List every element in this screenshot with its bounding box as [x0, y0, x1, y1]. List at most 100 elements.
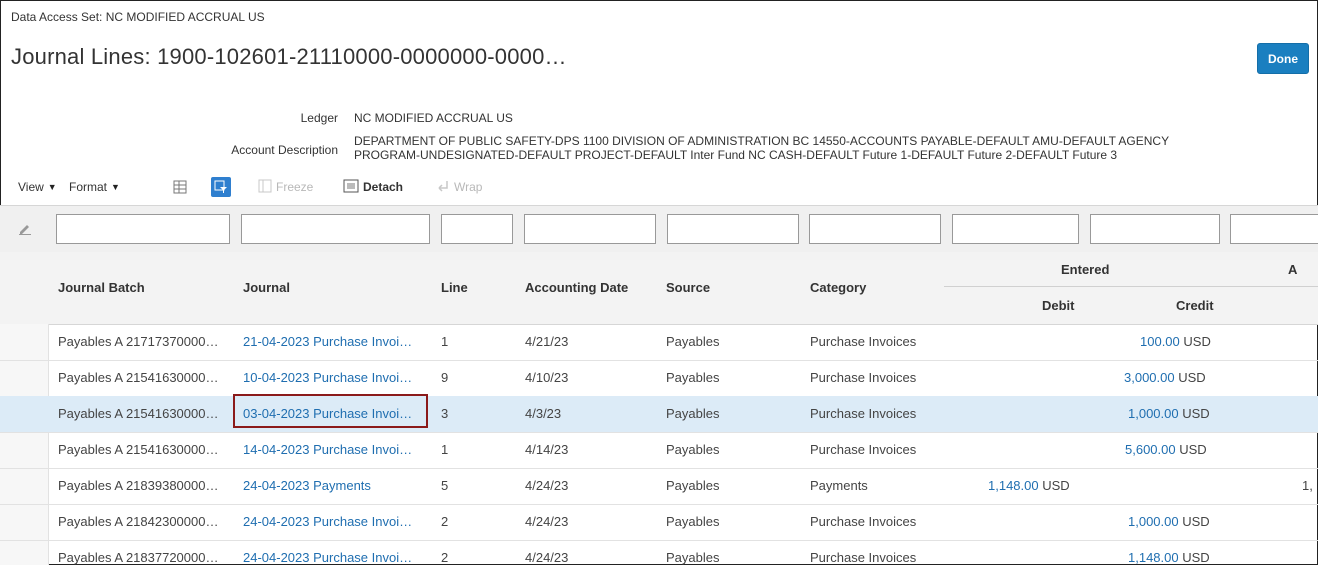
filter-row: [0, 205, 1318, 253]
journal-link[interactable]: 21-04-2023 Purchase Invoi…: [243, 334, 412, 349]
journal-link[interactable]: 24-04-2023 Purchase Invoi…: [243, 514, 412, 529]
format-menu[interactable]: Format ▼: [69, 172, 120, 202]
col-line[interactable]: Line: [441, 280, 468, 295]
filter-accounting-date[interactable]: [524, 214, 656, 244]
table-row[interactable]: Payables A 21839380000… 24-04-2023 Payme…: [0, 468, 1318, 505]
currency: USD: [1178, 370, 1206, 385]
currency: USD: [1042, 478, 1070, 493]
cell-journal-batch: Payables A 21837720000…: [58, 550, 219, 565]
cell-journal-batch: Payables A 21541630000…: [58, 370, 219, 385]
cell-credit: 1,000.00 USD: [1128, 406, 1210, 421]
caret-down-icon: ▼: [47, 182, 57, 192]
table-row-selected[interactable]: Payables A 21541630000… 03-04-2023 Purch…: [0, 396, 1318, 433]
credit-amount-link[interactable]: 1,000.00: [1128, 514, 1179, 529]
cell-credit: 1,148.00 USD: [1128, 550, 1210, 565]
filter-source[interactable]: [667, 214, 799, 244]
col-journal[interactable]: Journal: [243, 280, 290, 295]
col-journal-batch[interactable]: Journal Batch: [58, 280, 145, 295]
currency: USD: [1179, 442, 1207, 457]
journal-link[interactable]: 14-04-2023 Purchase Invoi…: [243, 442, 412, 457]
cell-line: 3: [441, 406, 449, 421]
account-description-line2: PROGRAM-UNDESIGNATED-DEFAULT PROJECT-DEF…: [354, 148, 1118, 162]
table-row[interactable]: Payables A 21837720000… 24-04-2023 Purch…: [0, 540, 1318, 576]
cell-line: 1: [441, 334, 449, 349]
cell-category: Purchase Invoices: [810, 442, 917, 457]
cell-line: 9: [441, 370, 449, 385]
table-row[interactable]: Payables A 21541630000… 10-04-2023 Purch…: [0, 360, 1318, 397]
cell-accounting-date: 4/24/23: [525, 550, 569, 565]
col-source[interactable]: Source: [666, 280, 710, 295]
currency: USD: [1182, 550, 1210, 565]
currency: USD: [1182, 514, 1210, 529]
cell-category: Purchase Invoices: [810, 406, 917, 421]
journal-link[interactable]: 10-04-2023 Purchase Invoi…: [243, 370, 412, 385]
credit-amount-link[interactable]: 3,000.00: [1124, 370, 1175, 385]
cell-line: 2: [441, 550, 449, 565]
journal-link[interactable]: 24-04-2023 Payments: [243, 478, 371, 493]
cell-accounting-date: 4/3/23: [525, 406, 562, 421]
detach-icon: [343, 179, 359, 196]
col-accounting-date[interactable]: Accounting Date: [525, 280, 628, 295]
cell-category: Purchase Invoices: [810, 514, 917, 529]
filter-next-column[interactable]: [1230, 214, 1318, 244]
cell-source: Payables: [666, 478, 720, 493]
cell-accounting-date: 4/14/23: [525, 442, 569, 457]
freeze-button[interactable]: Freeze: [258, 172, 313, 202]
col-credit[interactable]: Credit: [1176, 298, 1214, 313]
credit-amount-link[interactable]: 100.00: [1140, 334, 1180, 349]
cell-credit: 3,000.00 USD: [1124, 370, 1206, 385]
cell-debit: 1,148.00 USD: [988, 478, 1070, 493]
col-debit[interactable]: Debit: [1042, 298, 1075, 313]
pencil-icon: [18, 221, 32, 240]
query-by-example-button[interactable]: [211, 172, 231, 202]
filter-category[interactable]: [809, 214, 941, 244]
cell-line: 5: [441, 478, 449, 493]
data-access-set: Data Access Set: NC MODIFIED ACCRUAL US: [11, 10, 265, 24]
caret-down-icon: ▼: [111, 182, 120, 192]
debit-amount-link[interactable]: 1,148.00: [988, 478, 1039, 493]
filter-journal[interactable]: [241, 214, 430, 244]
cell-journal-batch: Payables A 21541630000…: [58, 406, 219, 421]
wrap-icon: [436, 179, 450, 196]
cell-journal-batch: Payables A 21717370000…: [58, 334, 219, 349]
table-row[interactable]: Payables A 21717370000… 21-04-2023 Purch…: [0, 324, 1318, 361]
cell-accounting-date: 4/24/23: [525, 514, 569, 529]
col-group-entered: Entered: [1061, 262, 1110, 277]
account-description-line1: DEPARTMENT OF PUBLIC SAFETY-DPS 1100 DIV…: [354, 134, 1170, 148]
view-menu[interactable]: View ▼: [18, 172, 57, 202]
cell-source: Payables: [666, 334, 720, 349]
wrap-button[interactable]: Wrap: [436, 172, 482, 202]
table-row[interactable]: Payables A 21541630000… 14-04-2023 Purch…: [0, 432, 1318, 469]
filter-journal-batch[interactable]: [56, 214, 230, 244]
table-row[interactable]: Payables A 21842300000… 24-04-2023 Purch…: [0, 504, 1318, 541]
cell-accounting-date: 4/21/23: [525, 334, 569, 349]
currency: USD: [1182, 406, 1210, 421]
filter-credit[interactable]: [1090, 214, 1220, 244]
credit-amount-link[interactable]: 1,000.00: [1128, 406, 1179, 421]
cell-journal-batch: Payables A 21541630000…: [58, 442, 219, 457]
detach-label: Detach: [363, 180, 404, 194]
detach-button[interactable]: Detach: [343, 172, 403, 202]
freeze-icon: [258, 179, 272, 196]
cell-credit: 100.00 USD: [1140, 334, 1211, 349]
cell-source: Payables: [666, 442, 720, 457]
format-menu-label: Format: [69, 180, 108, 194]
cell-accounting-date: 4/10/23: [525, 370, 569, 385]
journal-link[interactable]: 03-04-2023 Purchase Invoi…: [243, 406, 412, 421]
done-button[interactable]: Done: [1257, 43, 1309, 74]
page-title: Journal Lines: 1900-102601-21110000-0000…: [11, 44, 567, 69]
cell-category: Purchase Invoices: [810, 334, 917, 349]
filter-icon: [211, 177, 231, 197]
journal-link[interactable]: 24-04-2023 Purchase Invoi…: [243, 550, 412, 565]
freeze-label: Freeze: [276, 180, 314, 194]
filter-debit[interactable]: [952, 214, 1079, 244]
cell-source: Payables: [666, 514, 720, 529]
credit-amount-link[interactable]: 5,600.00: [1125, 442, 1176, 457]
cell-accounting-date: 4/24/23: [525, 478, 569, 493]
filter-line[interactable]: [441, 214, 513, 244]
columns-icon[interactable]: [172, 172, 188, 202]
credit-amount-link[interactable]: 1,148.00: [1128, 550, 1179, 565]
cell-source: Payables: [666, 550, 720, 565]
cell-journal-batch: Payables A 21839380000…: [58, 478, 219, 493]
col-category[interactable]: Category: [810, 280, 866, 295]
